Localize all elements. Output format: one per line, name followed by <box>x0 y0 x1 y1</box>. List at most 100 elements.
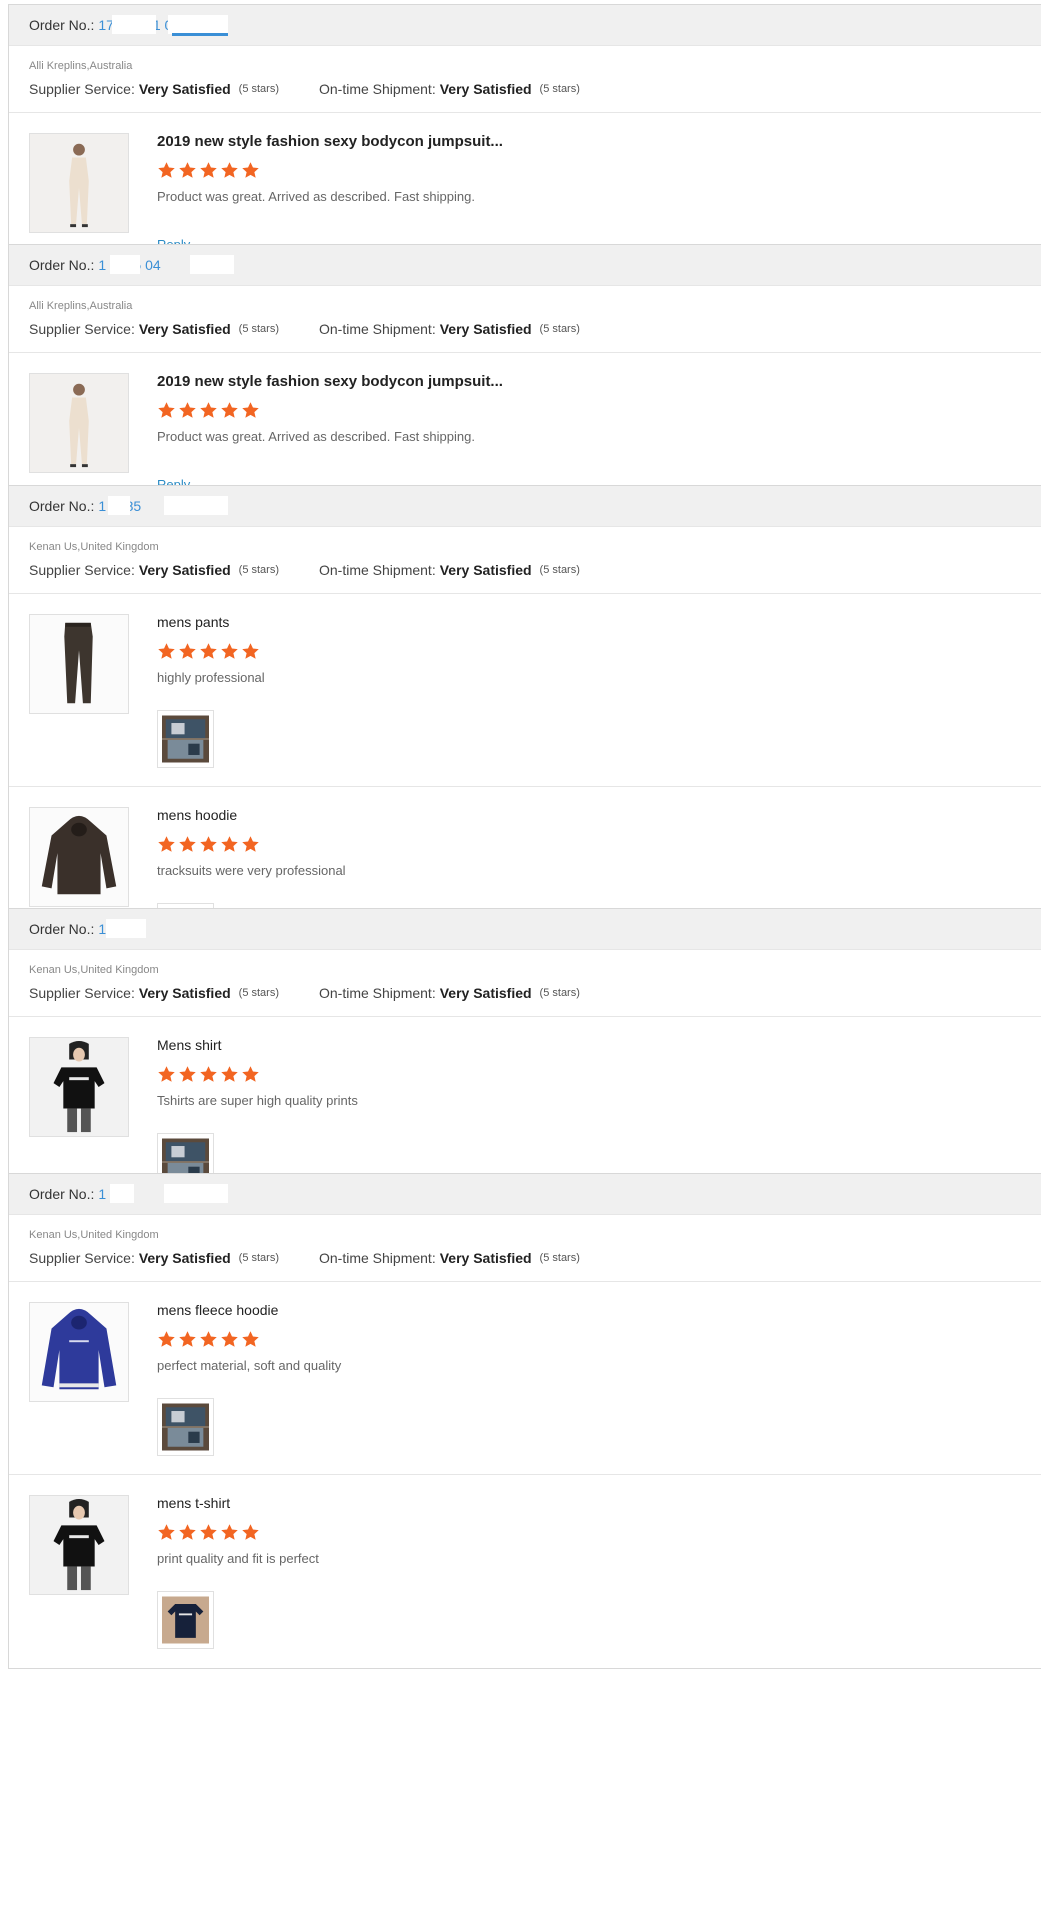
ontime-shipment-value: Very Satisfied <box>439 321 532 337</box>
buyer-name: Alli Kreplins,Australia <box>29 300 133 312</box>
ontime-shipment-label: On-time Shipment: <box>319 1250 436 1266</box>
supplier-service-stars: (5 stars) <box>238 564 279 576</box>
supplier-service-value: Very Satisfied <box>138 321 231 337</box>
order-number-label: Order No.: <box>29 498 95 514</box>
star-icon <box>221 1524 238 1540</box>
seller-ratings: Supplier Service: Very Satisfied (5 stars)… <box>29 562 1028 578</box>
star-icon <box>221 643 238 659</box>
supplier-service-stars: (5 stars) <box>238 83 279 95</box>
ontime-shipment-label: On-time Shipment: <box>319 321 436 337</box>
product-title-link[interactable]: 2019 new style fashion sexy bodycon jump… <box>157 133 503 150</box>
review-photo-package-photo[interactable] <box>157 710 214 768</box>
product-title-link[interactable]: mens pants <box>157 614 229 630</box>
seller-ratings: Supplier Service: Very Satisfied (5 stars)… <box>29 321 1028 337</box>
buyer-block: Kenan Us,United Kingdom Supplier Service:… <box>9 1215 1041 1282</box>
star-icon <box>200 836 217 852</box>
star-rating <box>157 835 260 854</box>
supplier-service-label: Supplier Service: <box>29 1250 135 1266</box>
review-photo-tshirt-photo[interactable] <box>157 1591 214 1649</box>
order-header: Order No.:1 7785 <box>9 486 1041 527</box>
jumpsuit-photo[interactable] <box>29 133 129 233</box>
star-icon <box>200 162 217 178</box>
tshirt-model-photo[interactable] <box>29 1495 129 1595</box>
review-comment: highly professional <box>157 670 265 685</box>
star-rating <box>157 1330 260 1349</box>
product-review-row: mens fleece hoodie perfect material, soft… <box>9 1282 1041 1475</box>
star-icon <box>158 1066 175 1082</box>
supplier-service-value: Very Satisfied <box>138 985 231 1001</box>
ontime-shipment-stars: (5 stars) <box>539 564 580 576</box>
star-icon <box>242 1524 259 1540</box>
product-review-row: mens t-shirt print quality and fit is per… <box>9 1475 1041 1668</box>
order-header: Order No.:1 54 <box>9 1174 1041 1215</box>
star-icon <box>158 643 175 659</box>
supplier-service-stars: (5 stars) <box>238 1252 279 1264</box>
star-icon <box>179 1331 196 1347</box>
star-icon <box>158 162 175 178</box>
supplier-service-label: Supplier Service: <box>29 321 135 337</box>
star-rating <box>157 642 260 661</box>
product-title-link[interactable]: mens t-shirt <box>157 1495 230 1511</box>
order-number-label: Order No.: <box>29 257 95 273</box>
redaction-mask <box>164 496 229 515</box>
order-number-link[interactable]: 1 7785 <box>98 496 229 515</box>
review-comment: perfect material, soft and quality <box>157 1358 342 1373</box>
star-rating <box>157 1065 260 1084</box>
redaction-mask <box>110 255 141 274</box>
product-title-link[interactable]: 2019 new style fashion sexy bodycon jump… <box>157 373 503 390</box>
review-comment: Tshirts are super high quality prints <box>157 1093 358 1108</box>
review-comment: Product was great. Arrived as described.… <box>157 189 475 204</box>
tshirt-model-photo[interactable] <box>29 1037 129 1137</box>
product-title-link[interactable]: mens fleece hoodie <box>157 1302 278 1318</box>
order-number-label: Order No.: <box>29 17 95 33</box>
buyer-name: Kenan Us,United Kingdom <box>29 1229 159 1241</box>
star-icon <box>200 643 217 659</box>
star-icon <box>200 1524 217 1540</box>
star-icon <box>158 1524 175 1540</box>
product-title-link[interactable]: mens hoodie <box>157 807 237 823</box>
ontime-shipment-value: Very Satisfied <box>439 81 532 97</box>
order-number-link[interactable]: 1 265 <box>98 919 147 938</box>
supplier-service-value: Very Satisfied <box>138 1250 231 1266</box>
order-header: Order No.:1 265 <box>9 909 1041 950</box>
star-rating <box>157 1523 260 1542</box>
review-comment: Product was great. Arrived as described.… <box>157 429 475 444</box>
redaction-mask <box>168 15 229 34</box>
blue-hoodie-photo[interactable] <box>29 1302 129 1402</box>
buyer-name: Alli Kreplins,Australia <box>29 60 133 72</box>
star-icon <box>158 836 175 852</box>
star-icon <box>200 402 217 418</box>
order-number-link[interactable]: 1 0315 04 <box>98 255 235 274</box>
jumpsuit-photo[interactable] <box>29 373 129 473</box>
buyer-block: Kenan Us,United Kingdom Supplier Service:… <box>9 527 1041 594</box>
redaction-mask <box>110 1184 135 1203</box>
hoodie-photo[interactable] <box>29 807 129 907</box>
supplier-service-label: Supplier Service: <box>29 81 135 97</box>
buyer-name: Kenan Us,United Kingdom <box>29 541 159 553</box>
ontime-shipment-label: On-time Shipment: <box>319 985 436 1001</box>
order-number-label: Order No.: <box>29 1186 95 1202</box>
order-number-link[interactable]: 17 0 1 5 1 0 0 <box>98 15 229 36</box>
order-card: Order No.:1 54 Kenan Us,United Kingdom Sup… <box>8 1173 1041 1669</box>
order-card: Order No.:1 7785 Kenan Us,United Kingdom S… <box>8 485 1041 981</box>
pants-photo[interactable] <box>29 614 129 714</box>
redaction-mask <box>112 15 157 34</box>
ontime-shipment-value: Very Satisfied <box>439 985 532 1001</box>
buyer-block: Kenan Us,United Kingdom Supplier Service:… <box>9 950 1041 1017</box>
order-number-link[interactable]: 1 54 <box>98 1184 229 1203</box>
supplier-service-stars: (5 stars) <box>238 987 279 999</box>
star-icon <box>242 1331 259 1347</box>
seller-ratings: Supplier Service: Very Satisfied (5 stars)… <box>29 985 1028 1001</box>
order-card: Order No.:1 265Kenan Us,United KingdomSu… <box>8 908 1041 1211</box>
redaction-underline <box>172 33 229 36</box>
star-icon <box>179 402 196 418</box>
product-title-link[interactable]: Mens shirt <box>157 1037 222 1053</box>
review-photo-package-photo[interactable] <box>157 1398 214 1456</box>
star-icon <box>242 836 259 852</box>
star-icon <box>221 1331 238 1347</box>
order-card: Order No.:17 0 1 5 1 0 0Alli Kreplins,Au… <box>8 4 1041 276</box>
review-comment: print quality and fit is perfect <box>157 1551 319 1566</box>
order-card: Order No.:1 0315 04Alli Kreplins,Austral… <box>8 244 1041 516</box>
star-icon <box>200 1331 217 1347</box>
ontime-shipment-label: On-time Shipment: <box>319 562 436 578</box>
